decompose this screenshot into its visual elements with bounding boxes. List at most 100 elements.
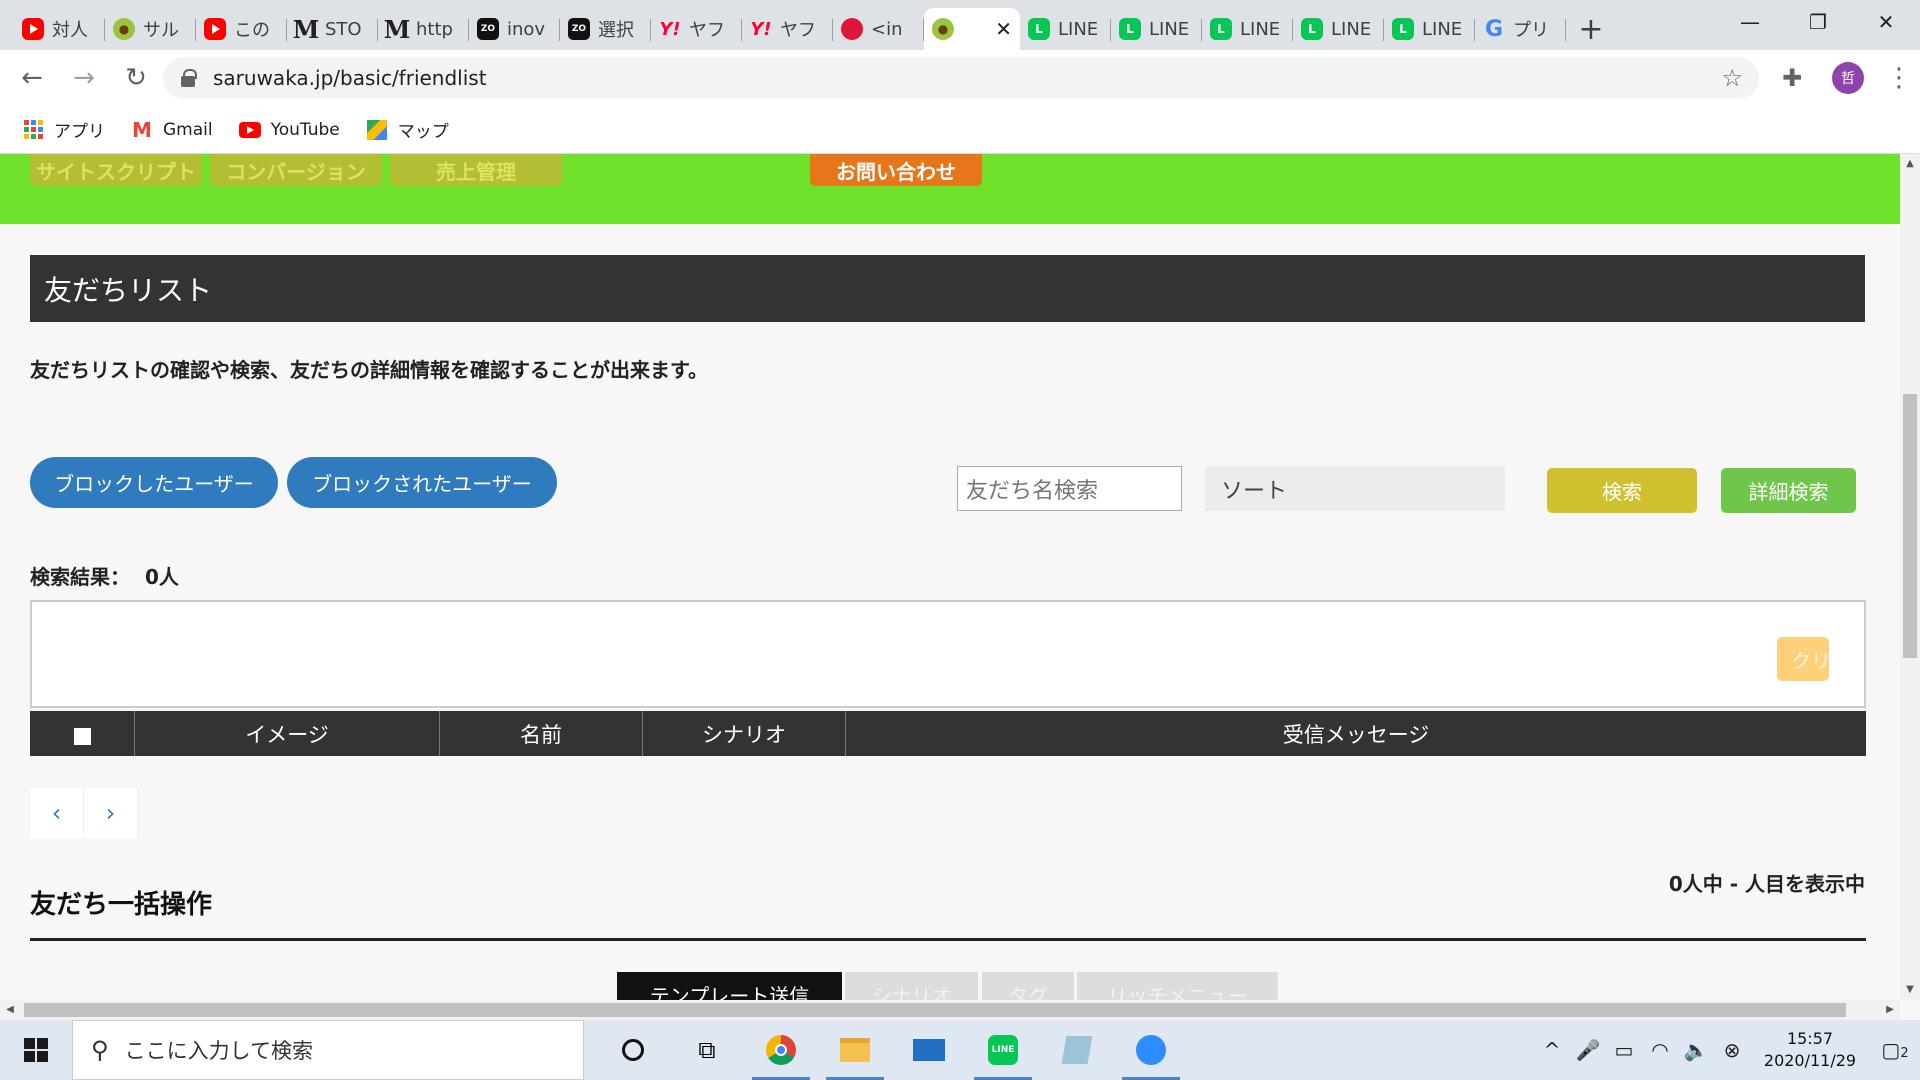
lock-icon[interactable] [181,69,197,87]
scroll-right-arrow-icon[interactable]: ▶ [1880,1000,1900,1020]
start-button[interactable] [0,1020,72,1080]
tab-0[interactable]: 対人 [14,8,105,50]
pagination: ‹ › [30,788,138,838]
tab-8[interactable]: Y! ヤフ [742,8,833,50]
select-all-checkbox[interactable] [73,728,91,745]
tab-13[interactable]: L LINE [1202,8,1293,50]
new-tab-button[interactable]: + [1566,8,1616,50]
tab-11[interactable]: L LINE [1020,8,1111,50]
tab-title: inov [507,18,546,40]
bulk-tab-tag[interactable]: タグ [982,972,1074,1000]
page-viewport: サイトスクリプト コンバージョン 売上管理 お問い合わせ 友だちリスト 友だちリ… [0,154,1900,1000]
scroll-down-arrow-icon[interactable]: ▼ [1900,980,1920,1000]
next-page-button[interactable]: › [84,788,138,838]
maps-icon [366,119,388,141]
chevron-up-icon[interactable]: ^ [1534,1038,1570,1062]
forward-arrow-icon[interactable]: → [64,58,104,98]
vertical-scroll-thumb[interactable] [1903,394,1917,658]
mail-icon[interactable] [892,1020,966,1080]
microphone-icon[interactable]: 🎤 [1570,1038,1606,1062]
column-received-messages[interactable]: 受信メッセージ [846,711,1866,756]
tab-active[interactable]: ● ✕ [924,8,1020,50]
tab-title: LINE [1149,18,1190,40]
task-view-icon[interactable]: ⧉ [670,1020,744,1080]
notification-center[interactable]: ▢2 [1870,1038,1920,1062]
tab-16[interactable]: G プリ [1475,8,1566,50]
speaker-icon[interactable]: 🔈 [1678,1038,1714,1062]
bookmark-star-icon[interactable]: ☆ [1721,64,1743,92]
taskbar-search-box[interactable]: ⚲ ここに入力して検索 [72,1020,584,1080]
battery-icon[interactable]: ▭ [1606,1038,1642,1062]
blocked-by-users-button[interactable]: ブロックされたユーザー [287,457,557,508]
notification-icon: ▢ [1881,1038,1901,1062]
file-explorer-icon[interactable] [818,1020,892,1080]
column-image[interactable]: イメージ [135,711,440,756]
friend-table-header: イメージ 名前 シナリオ 受信メッセージ [30,711,1866,756]
close-tab-icon[interactable]: ✕ [995,17,1012,41]
prev-page-button[interactable]: ‹ [30,788,84,838]
restore-icon[interactable]: ❐ [1784,0,1852,44]
address-bar[interactable]: saruwaka.jp/basic/friendlist ☆ [163,57,1759,99]
browser-toolbar: ← → ↻ saruwaka.jp/basic/friendlist ☆ ✚ 哲… [0,50,1920,106]
line-app-icon[interactable]: LINE [966,1020,1040,1080]
ime-icon[interactable]: ⊗ [1714,1038,1750,1062]
horizontal-scrollbar[interactable]: ◀ ▶ [0,1000,1900,1020]
scroll-up-arrow-icon[interactable]: ▲ [1900,154,1920,174]
bulk-tab-template-send[interactable]: テンプレート送信 [617,972,842,1000]
bookmark-maps[interactable]: マップ [366,117,449,142]
tab-2[interactable]: この [196,8,287,50]
bookmark-youtube[interactable]: YouTube [238,119,340,141]
tab-5[interactable]: ZO inov [469,8,560,50]
reload-icon[interactable]: ↻ [116,58,156,98]
tab-title: STO [325,18,362,40]
clock[interactable]: 15:57 2020/11/29 [1750,1028,1870,1072]
toolbar-right: ✚ 哲 ⋮ [1774,50,1920,106]
sort-select[interactable]: ソート [1205,466,1505,511]
monkey-icon: ● [113,18,135,40]
notepad-icon[interactable] [1040,1020,1114,1080]
vertical-scrollbar[interactable]: ▲ ▼ [1900,154,1920,1000]
clock-date: 2020/11/29 [1763,1051,1857,1070]
tab-title: LINE [1422,18,1463,40]
clear-button[interactable]: クリ [1777,637,1829,681]
zoom-icon[interactable] [1114,1020,1188,1080]
nav-site-script-button[interactable]: サイトスクリプト [30,154,202,186]
tab-6[interactable]: ZO 選択 [560,8,651,50]
friend-name-search-input[interactable]: 友だち名検索 [957,466,1182,511]
search-button[interactable]: 検索 [1547,468,1697,513]
tab-3[interactable]: M STO [287,8,378,50]
tab-7[interactable]: Y! ヤフ [651,8,742,50]
nav-sales-button[interactable]: 売上管理 [390,154,562,186]
nav-conversion-button[interactable]: コンバージョン [210,154,382,186]
tab-15[interactable]: L LINE [1384,8,1475,50]
column-scenario[interactable]: シナリオ [643,711,846,756]
bulk-tab-rich-menu[interactable]: リッチメニュー [1077,972,1278,1000]
menu-kebab-icon[interactable]: ⋮ [1886,63,1912,93]
back-arrow-icon[interactable]: ← [12,58,52,98]
horizontal-scroll-thumb[interactable] [24,1003,1846,1017]
tab-4[interactable]: Mhttp [378,8,469,50]
yahoo-icon: Y! [659,18,681,40]
bookmark-apps[interactable]: アプリ [22,117,105,142]
wifi-icon[interactable]: ◠ [1642,1038,1678,1062]
tab-12[interactable]: L LINE [1111,8,1202,50]
tab-14[interactable]: L LINE [1293,8,1384,50]
chrome-icon[interactable] [744,1020,818,1080]
notification-count: 2 [1900,1046,1909,1061]
cortana-icon[interactable] [596,1020,670,1080]
showing-count: 0人中 - 人目を表示中 [1668,872,1865,896]
tab-9[interactable]: <in [833,8,924,50]
profile-avatar[interactable]: 哲 [1832,62,1864,94]
column-name[interactable]: 名前 [440,711,643,756]
bookmark-gmail[interactable]: M Gmail [131,118,213,142]
detail-search-button[interactable]: 詳細検索 [1721,468,1856,513]
minimize-icon[interactable]: — [1716,0,1784,44]
tab-title: LINE [1058,18,1099,40]
nav-contact-button[interactable]: お問い合わせ [810,154,982,186]
close-window-icon[interactable]: ✕ [1852,0,1920,44]
bulk-tab-scenario[interactable]: シナリオ [845,972,978,1000]
tab-1[interactable]: ● サル [105,8,196,50]
scroll-left-arrow-icon[interactable]: ◀ [0,1000,20,1020]
extensions-puzzle-icon[interactable]: ✚ [1774,64,1810,92]
blocked-users-button[interactable]: ブロックしたユーザー [30,457,278,508]
